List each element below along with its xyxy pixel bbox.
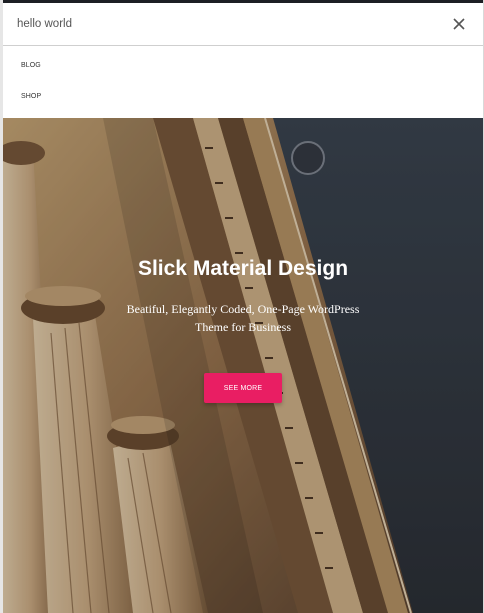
hero-subtitle-line-2: Theme for Business [195,320,291,334]
menu-item-blog[interactable]: BLOG [21,62,41,69]
menu-item-shop[interactable]: SHOP [21,93,41,100]
search-input[interactable] [17,12,417,36]
hero-background-image [3,118,483,613]
search-bar [3,3,483,46]
left-border [0,0,3,613]
close-icon [453,18,465,30]
hero-section: Slick Material Design Beatiful, Elegantl… [3,118,483,613]
browser-frame: BLOG SHOP [0,0,484,613]
hero-subtitle: Beatiful, Elegantly Coded, One-Page Word… [93,300,393,336]
hero-subtitle-line-1: Beatiful, Elegantly Coded, One-Page Word… [126,302,360,316]
hero-title: Slick Material Design [137,257,349,280]
nav-menu: BLOG SHOP [3,46,483,118]
close-button[interactable] [449,14,469,34]
see-more-button[interactable]: SEE MORE [204,373,282,403]
